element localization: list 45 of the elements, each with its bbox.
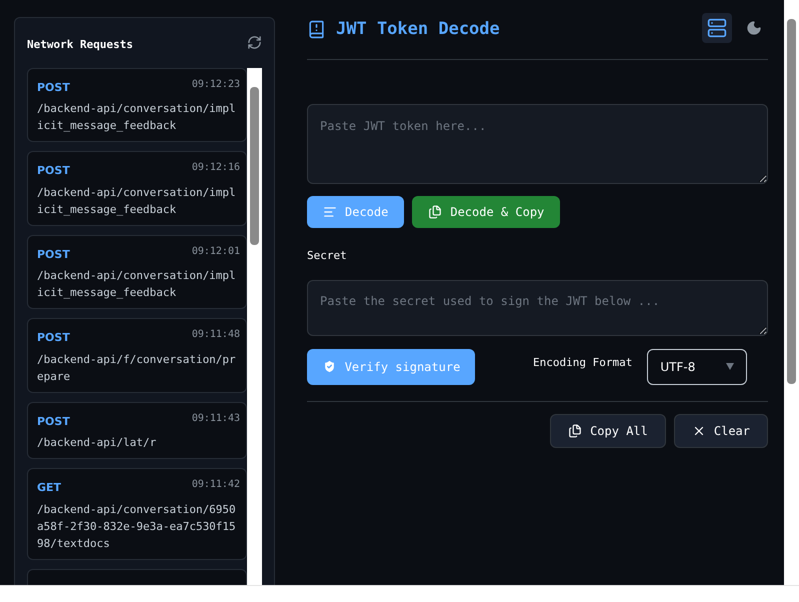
request-time: 09:11:48 bbox=[192, 328, 240, 342]
request-path: /backend-api/conversation/implicit_message_feedback bbox=[37, 184, 237, 218]
request-card[interactable]: POST 09:11:43 /backend-api/lat/r bbox=[27, 402, 247, 459]
page-title: JWT Token Decode bbox=[336, 18, 500, 41]
request-path: /backend-api/conversation/6950a58f-2f30-832e-9e3a-ea7c530f1598/textdocs bbox=[37, 502, 237, 552]
horizontal-scrollbar[interactable] bbox=[0, 585, 799, 602]
server-button[interactable] bbox=[702, 13, 732, 43]
copy-icon bbox=[568, 424, 582, 438]
encoding-label: Encoding Format bbox=[533, 355, 632, 372]
secret-field[interactable]: Paste the secret used to sign the JWT below ... bbox=[307, 280, 768, 336]
request-method: POST bbox=[37, 246, 70, 262]
request-time: 09:12:01 bbox=[192, 244, 240, 258]
decode-copy-button[interactable]: Decode & Copy bbox=[412, 196, 560, 228]
secret-label: Secret bbox=[307, 248, 348, 264]
request-path: /backend-api/lat/r bbox=[37, 435, 158, 451]
request-card[interactable]: POST 09:11:48 /backend-api/f/conversation/prepare bbox=[27, 318, 247, 392]
encoding-select[interactable]: UTF-8 bbox=[647, 348, 748, 384]
request-time: 09:11:42 bbox=[192, 478, 240, 492]
scrollbar[interactable] bbox=[247, 68, 262, 585]
request-time: 09:12:16 bbox=[192, 161, 240, 175]
request-method: POST bbox=[37, 80, 70, 96]
request-time: 09:12:23 bbox=[192, 78, 240, 92]
page-scrollbar[interactable] bbox=[784, 0, 799, 585]
request-method: POST bbox=[37, 163, 70, 179]
book-icon bbox=[307, 20, 326, 39]
request-method: POST bbox=[37, 330, 70, 346]
lines-icon bbox=[323, 205, 337, 219]
request-card[interactable]: GET 09:11:42 /backend-api/conversation/6950a58f-2f30-832e-9e3a-ea7c530f1598/textdocs bbox=[27, 468, 247, 560]
clear-button[interactable]: Clear bbox=[674, 414, 768, 448]
request-path: /backend-api/conversation/implicit_message_feedback bbox=[37, 101, 237, 134]
request-card[interactable]: POST 09:12:16 /backend-api/conversation/implicit_message_feedback bbox=[27, 151, 247, 226]
sidebar-title: Network Requests bbox=[27, 37, 133, 53]
copy-icon bbox=[428, 205, 442, 219]
request-time: 09:11:43 bbox=[192, 412, 240, 426]
token-field[interactable]: Paste JWT token here... bbox=[307, 104, 768, 184]
request-card[interactable]: POST 09:12:01 /backend-api/conversation/implicit_message_feedback bbox=[27, 234, 247, 309]
request-card[interactable]: POST 09:12:23 /backend-api/conversation/implicit_message_feedback bbox=[27, 68, 247, 142]
refresh-icon[interactable] bbox=[247, 35, 262, 50]
dark-mode-icon[interactable] bbox=[746, 20, 762, 36]
request-method: GET bbox=[37, 480, 62, 496]
dropdown-caret-icon bbox=[726, 363, 734, 370]
copy-all-button[interactable]: Copy All bbox=[550, 414, 666, 448]
request-method: POST bbox=[37, 414, 70, 430]
request-path: /backend-api/f/conversation/prepare bbox=[37, 352, 237, 384]
request-path: /backend-api/conversation/implicit_message_feedback bbox=[37, 268, 237, 301]
